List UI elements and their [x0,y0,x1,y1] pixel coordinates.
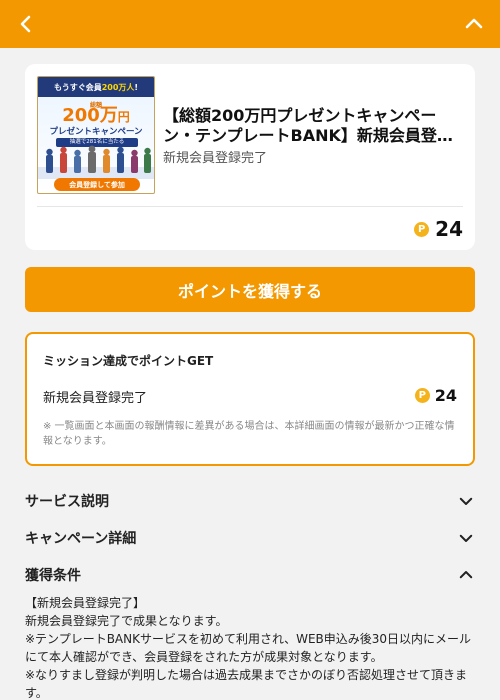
mission-note: ※ 一覧画面と本画面の報酬情報に差異がある場合は、本詳細画面の情報が最新かつ正確… [43,421,455,447]
mission-box: ミッション達成でポイントGET 新規会員登録完了 P 24 ※ 一覧画面と本画面… [25,332,475,466]
offer-points-value: 24 [435,217,463,241]
conditions-line: 新規会員登録完了で成果となります。 [25,614,228,628]
banner-cta: 会員登録して参加 [54,178,140,191]
section-campaign-details[interactable]: キャンペーン詳細 [25,526,475,550]
header-bar [0,0,500,48]
chevron-down-icon [459,497,473,505]
section-service-description[interactable]: サービス説明 [25,489,475,513]
banner-header: もうすぐ会員 200万人! [38,77,154,97]
back-button[interactable] [14,12,38,36]
conditions-content: 【新規会員登録完了】 新規会員登録完了で成果となります。 ※テンプレートBANK… [25,594,475,700]
banner-subtitle: プレゼントキャンペーン [49,127,143,137]
offer-card: もうすぐ会員 200万人! 総額 200万円 プレゼントキャンペーン 抽選で281… [25,64,475,250]
offer-title: 【総額200万円プレゼントキャンペーン・テンプレートBANK】新規会員登録プロモ… [163,106,453,145]
mission-item-label: 新規会員登録完了 [43,391,148,406]
offer-points: P 24 [414,217,463,241]
section-label: 獲得条件 [25,568,81,584]
section-label: キャンペーン詳細 [25,531,137,547]
people-illustration [38,145,154,179]
mission-points-value: 24 [434,386,457,405]
mission-points: P 24 [414,386,457,405]
conditions-heading: 【新規会員登録完了】 [25,596,146,610]
point-coin-icon: P [414,388,430,403]
offer-banner-image: もうすぐ会員 200万人! 総額 200万円 プレゼントキャンペーン 抽選で281… [37,76,155,194]
card-divider [37,206,463,207]
offer-subtitle: 新規会員登録完了 [163,151,268,166]
section-label: サービス説明 [25,494,109,510]
chevron-left-icon [20,15,31,33]
point-coin-icon: P [414,221,430,237]
chevron-up-icon [465,18,483,29]
section-acquisition-conditions[interactable]: 獲得条件 [25,563,475,587]
mission-title: ミッション達成でポイントGET [43,354,214,368]
chevron-up-icon [459,571,473,579]
conditions-line: ※テンプレートBANKサービスを初めて利用され、WEB申込み後30日以内にメール… [25,632,472,664]
collapse-button[interactable] [462,12,486,36]
banner-amount: 200万円 [62,105,130,126]
chevron-down-icon [459,534,473,542]
conditions-line: ※なりすまし登録が判明した場合は過去成果までさかのぼり否認処理させて頂きます。 [25,668,468,700]
get-points-button[interactable]: ポイントを獲得する [25,267,475,312]
